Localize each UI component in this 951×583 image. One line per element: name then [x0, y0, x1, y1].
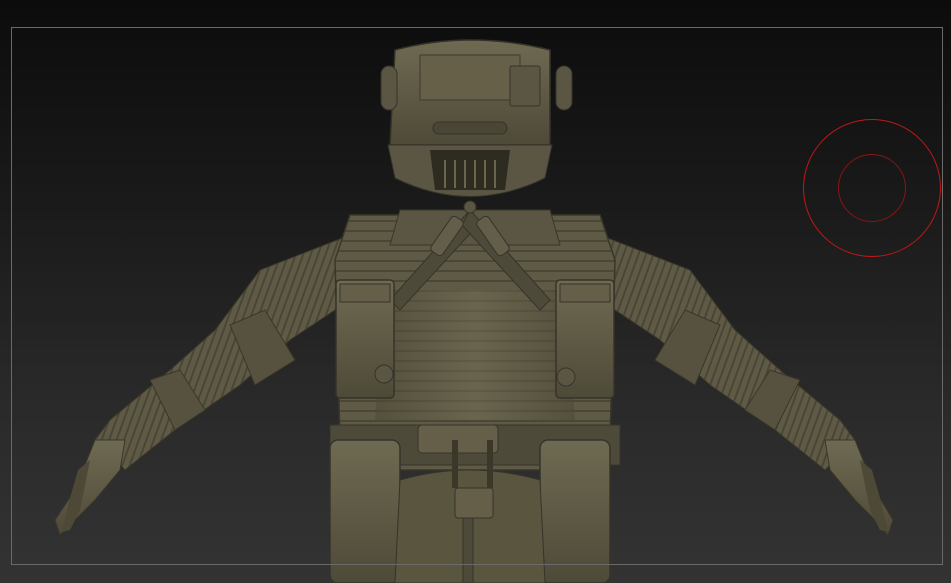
brush-cursor: [803, 119, 941, 257]
brush-falloff-ring: [838, 154, 906, 222]
sculpt-model[interactable]: [0, 0, 951, 583]
belt: [329, 424, 621, 583]
sculpt-viewport[interactable]: [0, 0, 951, 583]
helmet: [380, 39, 573, 197]
right-arm: [599, 234, 894, 537]
left-arm: [54, 234, 351, 536]
